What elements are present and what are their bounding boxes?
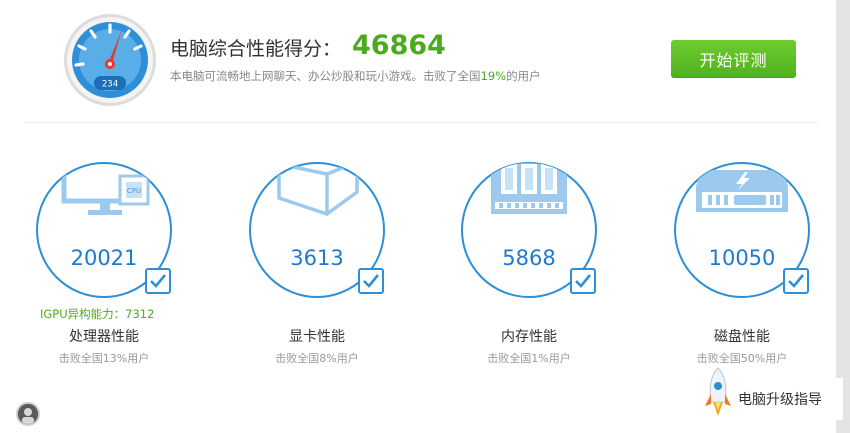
speedometer-icon: 234 — [62, 12, 158, 108]
igpu-label: IGPU异构能力：7312 — [40, 307, 155, 321]
cpu-sub: 击败全国13%用户 — [58, 352, 150, 365]
score-description: 本电脑可流畅地上网聊天、办公炒股和玩小游戏。击败了全国19%的用户 — [170, 68, 541, 84]
memory-sub: 击败全国1%用户 — [487, 352, 571, 365]
upgrade-guide-label: 电脑升级指导 — [738, 392, 822, 408]
check-icon — [575, 274, 592, 288]
rocket-icon — [705, 367, 731, 416]
gpu-label: 显卡性能 — [289, 329, 345, 345]
memory-label: 内存性能 — [501, 329, 557, 345]
memory-score-value: 5868 — [502, 246, 556, 270]
cpu-score-value: 20021 — [70, 246, 138, 270]
gauge-digits: 234 — [102, 80, 118, 90]
disk-sub: 击败全国50%用户 — [696, 352, 788, 365]
gpu-sub: 击败全国8%用户 — [275, 352, 359, 365]
hard-disk-icon — [696, 170, 788, 212]
disk-score-value: 10050 — [708, 246, 776, 270]
start-evaluation-button[interactable]: 开始评测 — [671, 40, 796, 78]
upgrade-guide-button[interactable]: 电脑升级指导 — [700, 367, 843, 420]
disk-checkbox[interactable] — [783, 268, 809, 294]
cpu-chip-label: CPU — [127, 187, 141, 195]
score-description-prefix: 本电脑可流畅地上网聊天、办公炒股和玩小游戏。击败了全国 — [170, 69, 481, 83]
gpu-checkbox[interactable] — [358, 268, 384, 294]
avatar[interactable] — [16, 402, 40, 426]
score-description-percent: 19% — [480, 69, 507, 83]
avatar-icon — [18, 404, 38, 424]
memory-checkbox[interactable] — [570, 268, 596, 294]
score-title: 电脑综合性能得分： — [170, 38, 342, 60]
check-icon — [150, 274, 167, 288]
divider — [24, 122, 818, 123]
score-description-suffix: 的用户 — [506, 69, 541, 83]
cpu-label: 处理器性能 — [69, 329, 139, 345]
disk-label: 磁盘性能 — [714, 329, 770, 345]
check-icon — [788, 274, 805, 288]
gpu-score-value: 3613 — [290, 246, 344, 270]
scrollbar-track[interactable] — [836, 0, 850, 433]
check-icon — [363, 274, 380, 288]
cpu-checkbox[interactable] — [145, 268, 171, 294]
score-value: 46864 — [352, 30, 446, 61]
